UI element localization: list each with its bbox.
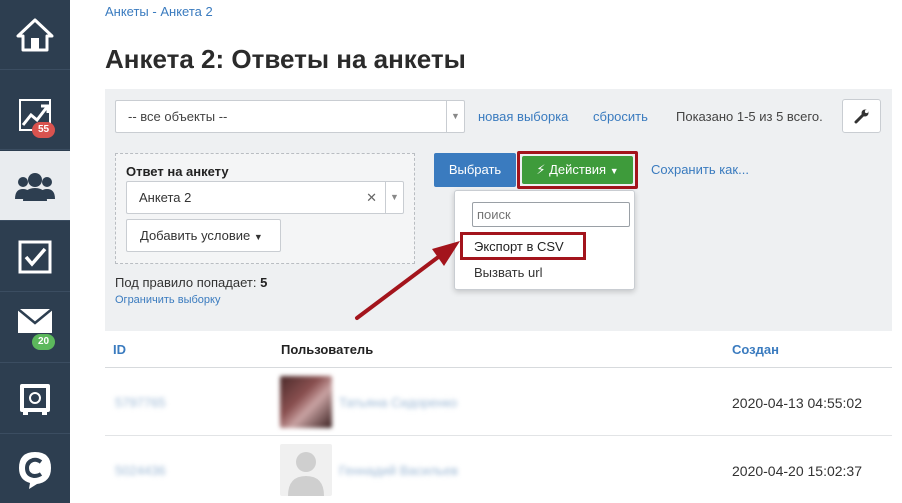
clear-icon[interactable]: ✕ — [366, 182, 377, 213]
column-header-created[interactable]: Создан — [732, 342, 779, 357]
page-title: Анкета 2: Ответы на анкеты — [105, 44, 466, 74]
caret-down-icon: ▼ — [253, 232, 263, 242]
condition-select[interactable]: Анкета 2 ✕ ▼ — [126, 181, 404, 214]
chevron-down-icon: ▼ — [446, 101, 464, 132]
condition-label: Ответ на анкету — [126, 164, 229, 179]
row-created: 2020-04-20 15:02:37 — [732, 463, 862, 479]
avatar — [280, 444, 332, 496]
table-header: ID Пользователь Создан — [105, 331, 892, 368]
sidebar-item-safe[interactable] — [0, 364, 70, 434]
sidebar-item-tasks[interactable] — [0, 222, 70, 292]
main-content: Анкеты - Анкета 2 Анкета 2: Ответы на ан… — [70, 0, 902, 503]
rule-text-label: Под правило попадает: — [115, 275, 257, 290]
column-header-id[interactable]: ID — [113, 342, 126, 357]
caret-down-icon: ▼ — [609, 166, 619, 176]
sidebar-item-logo[interactable] — [0, 435, 70, 503]
actions-highlight: ⚡ Действия ▼ — [517, 151, 638, 189]
breadcrumb: Анкеты - Анкета 2 — [105, 4, 213, 19]
row-id-link[interactable]: 5797765 — [115, 395, 166, 410]
chevron-down-icon: ▼ — [385, 182, 403, 213]
user-placeholder-icon — [288, 452, 324, 496]
sidebar-item-mail[interactable]: 20 — [0, 293, 70, 363]
sidebar: 55 20 — [0, 0, 70, 503]
object-select[interactable]: -- все объекты -- ▼ — [115, 100, 465, 133]
safe-icon — [20, 383, 50, 415]
row-user-link[interactable]: Татьяна Сидоренко — [339, 395, 457, 410]
stats-badge: 55 — [32, 122, 56, 138]
actions-button-label: Действия — [549, 162, 607, 177]
mail-badge: 20 — [32, 334, 56, 350]
checkbox-icon — [18, 240, 52, 273]
sidebar-item-users[interactable] — [0, 151, 70, 221]
add-condition-label: Добавить условие — [140, 228, 251, 243]
wrench-icon — [854, 109, 868, 124]
rule-count-value: 5 — [260, 275, 268, 290]
avatar — [280, 376, 332, 428]
dropdown-search-input[interactable] — [472, 202, 630, 227]
column-header-user: Пользователь — [281, 342, 374, 357]
table-row: 5024436 Геннадий Васильев 2020-04-20 15:… — [105, 437, 892, 503]
reset-link[interactable]: сбросить — [593, 109, 648, 124]
lightning-icon: ⚡ — [536, 162, 546, 177]
rule-count-text: Под правило попадает: 5 — [115, 275, 267, 290]
logo-c-icon — [19, 452, 51, 489]
row-id-link[interactable]: 5024436 — [115, 463, 166, 478]
sidebar-item-stats[interactable]: 55 — [0, 80, 70, 150]
actions-dropdown: Экспорт в CSV Вызвать url — [454, 190, 635, 290]
condition-select-value: Анкета 2 — [139, 190, 192, 205]
breadcrumb-item-forms[interactable]: Анкеты — [105, 4, 149, 19]
export-highlight: Экспорт в CSV — [460, 232, 586, 260]
home-icon — [16, 18, 54, 51]
export-csv-item[interactable]: Экспорт в CSV — [474, 239, 564, 254]
table-row: 5797765 Татьяна Сидоренко 2020-04-13 04:… — [105, 369, 892, 436]
mail-icon — [17, 307, 53, 333]
row-created: 2020-04-13 04:55:02 — [732, 395, 862, 411]
call-url-item[interactable]: Вызвать url — [474, 265, 542, 280]
row-user-link[interactable]: Геннадий Васильев — [339, 463, 458, 478]
settings-button[interactable] — [842, 99, 881, 133]
shown-count-text: Показано 1-5 из 5 всего. — [676, 109, 823, 124]
actions-button[interactable]: ⚡ Действия ▼ — [522, 156, 633, 184]
condition-box: Ответ на анкету Анкета 2 ✕ ▼ Добавить ус… — [115, 153, 415, 264]
breadcrumb-separator: - — [148, 4, 161, 19]
limit-selection-link[interactable]: Ограничить выборку — [115, 294, 220, 306]
choose-button[interactable]: Выбрать — [434, 153, 516, 187]
save-as-link[interactable]: Сохранить как... — [651, 162, 749, 177]
breadcrumb-item-form2[interactable]: Анкета 2 — [160, 4, 212, 19]
object-select-value: -- все объекты -- — [128, 109, 228, 124]
sidebar-item-home[interactable] — [0, 0, 70, 70]
users-icon — [15, 172, 55, 201]
new-selection-link[interactable]: новая выборка — [478, 109, 568, 124]
add-condition-button[interactable]: Добавить условие ▼ — [126, 219, 281, 252]
